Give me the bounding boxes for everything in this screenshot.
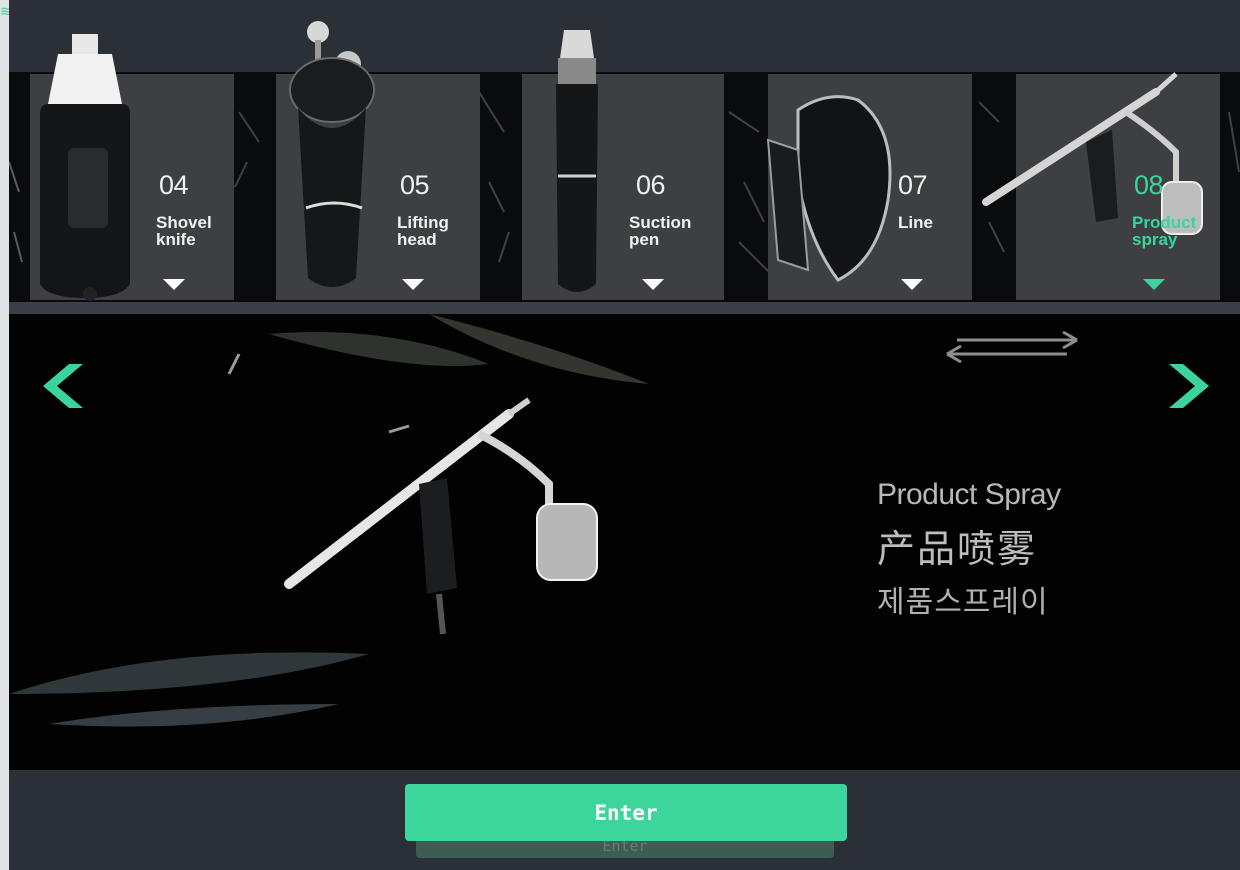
- carousel-item-product-spray[interactable]: 08 Product spray: [982, 72, 1220, 300]
- item-number: 07: [898, 170, 928, 200]
- item-label: Line: [898, 213, 933, 232]
- enter-button[interactable]: Enter: [405, 784, 847, 841]
- caret-down-icon: [901, 279, 923, 290]
- caption-english: Product Spray: [877, 478, 1061, 511]
- item-label: Shovel knife: [156, 213, 212, 249]
- carousel-item-suction-pen[interactable]: 06 Suction pen: [522, 30, 724, 300]
- carousel-item-lifting-head[interactable]: 05 Lifting head: [276, 21, 480, 300]
- airbrush-spray-gun-image: [284, 397, 598, 635]
- swap-arrows-icon: [946, 330, 1078, 364]
- caption-chinese: 产品喷雾: [877, 527, 1038, 571]
- carousel-item-shovel-knife[interactable]: 04 Shovel knife: [30, 34, 234, 301]
- caret-down-icon: [402, 279, 424, 290]
- chevron-right-icon[interactable]: [1165, 360, 1217, 412]
- item-label: Suction pen: [629, 213, 692, 249]
- item-number: 05: [400, 170, 430, 200]
- caret-down-icon: [1143, 279, 1165, 290]
- chevron-left-icon[interactable]: [35, 360, 87, 412]
- product-caption: Product Spray 产品喷雾 제품스프레이: [877, 478, 1217, 621]
- left-edge: ≋: [0, 0, 9, 870]
- caret-down-icon: [163, 279, 185, 290]
- item-number: 08: [1134, 170, 1164, 200]
- carousel-item-line[interactable]: 07 Line: [766, 74, 972, 300]
- caption-korean: 제품스프레이: [877, 585, 1049, 620]
- suction-pen-device-icon: [556, 30, 598, 292]
- item-number: 04: [159, 170, 189, 200]
- shovel-knife-device-icon: [40, 34, 130, 301]
- edge-mark-icon: ≋: [0, 6, 9, 20]
- strip-divider: [9, 302, 1240, 314]
- item-number: 06: [636, 170, 666, 200]
- enter-button-shadow: Enter: [416, 840, 834, 858]
- item-label: Lifting head: [397, 213, 449, 249]
- lifting-head-device-icon: [289, 21, 375, 287]
- caret-down-icon: [642, 279, 664, 290]
- line-device-icon: [766, 95, 892, 282]
- main-stage: Product Spray 产品喷雾 제품스프레이: [9, 314, 1240, 770]
- item-label: Product spray: [1132, 213, 1197, 249]
